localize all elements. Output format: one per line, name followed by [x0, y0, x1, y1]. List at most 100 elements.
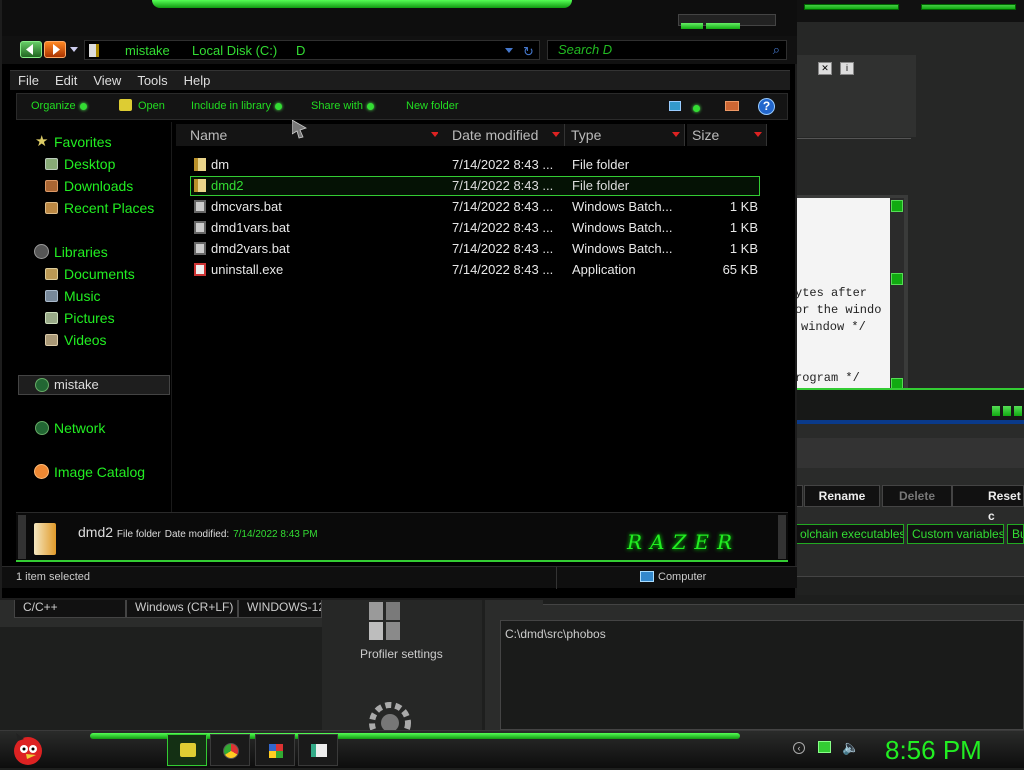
gear-icon[interactable]	[362, 695, 418, 730]
share-with-button[interactable]: Share with	[311, 100, 374, 112]
rename-button[interactable]: Rename	[804, 485, 880, 507]
recent-pages-chevron-down-icon[interactable]	[70, 47, 78, 52]
pictures-icon	[45, 312, 58, 324]
batch-file-icon	[194, 242, 206, 255]
window-control-glow[interactable]	[1003, 406, 1011, 416]
profiler-icon[interactable]	[367, 600, 405, 642]
sort-chevron-down-icon[interactable]	[754, 132, 762, 137]
file-row[interactable]: dmd2vars.bat 7/14/2022 8:43 ... Windows …	[190, 239, 760, 259]
share-label: Share with	[311, 100, 363, 112]
nav-image-catalog[interactable]: Image Catalog	[16, 462, 166, 482]
nav-homegroup-mistake[interactable]: mistake	[16, 375, 166, 395]
address-chevron-down-icon[interactable]	[505, 48, 513, 53]
nav-music[interactable]: Music	[16, 286, 166, 306]
nav-downloads[interactable]: Downloads	[16, 176, 166, 196]
taskbar-chrome-button[interactable]	[210, 734, 250, 766]
open-button[interactable]: Open	[119, 99, 165, 112]
code-scrollbar[interactable]	[890, 198, 904, 390]
path-entry[interactable]: C:\dmd\src\phobos	[505, 627, 606, 641]
column-header-size[interactable]: Size	[687, 124, 767, 146]
details-right-edge	[778, 515, 786, 559]
nav-label: Desktop	[64, 156, 116, 172]
details-date-label: Date modified:	[164, 529, 230, 538]
chrome-icon	[223, 743, 239, 759]
nav-documents[interactable]: Documents	[16, 264, 166, 284]
batch-file-icon	[194, 200, 206, 213]
delete-button[interactable]: Delete	[882, 485, 952, 507]
toolbar-icon[interactable]: i	[840, 62, 854, 75]
taskbar-explorer-button[interactable]	[167, 734, 207, 766]
folder-icon	[194, 158, 206, 171]
nav-network[interactable]: Network	[16, 418, 166, 438]
nav-videos[interactable]: Videos	[16, 330, 166, 350]
nav-recent-places[interactable]: Recent Places	[16, 198, 166, 218]
address-bar[interactable]: mistake Local Disk (C:) D ↻	[84, 40, 540, 60]
taskbar-app-button[interactable]	[255, 734, 295, 766]
search-icon[interactable]: ⌕	[773, 41, 780, 59]
file-name: dm	[211, 157, 230, 172]
window-control-glow[interactable]	[804, 4, 899, 10]
scroll-up-arrow-icon[interactable]	[891, 200, 903, 212]
organize-button[interactable]: Organize	[31, 100, 87, 112]
nav-label: Image Catalog	[54, 464, 146, 480]
window-control-glow[interactable]	[921, 4, 1016, 10]
search-placeholder: Search D	[558, 42, 613, 57]
scroll-thumb[interactable]	[891, 273, 903, 285]
breadcrumb-local-disk[interactable]: Local Disk (C:)	[192, 43, 277, 58]
nav-pictures[interactable]: Pictures	[16, 308, 166, 328]
nav-libraries[interactable]: Libraries	[16, 242, 166, 262]
code-editor[interactable]: ytes after or the windo window */ rogram…	[797, 198, 890, 390]
menu-help[interactable]: Help	[176, 71, 219, 91]
start-button[interactable]	[8, 727, 48, 767]
file-row[interactable]: dm 7/14/2022 8:43 ... File folder	[190, 155, 760, 175]
tray-network-icon[interactable]	[818, 741, 831, 753]
breadcrumb-mistake[interactable]: mistake	[125, 43, 170, 58]
column-header-type[interactable]: Type	[565, 124, 685, 146]
file-row[interactable]: uninstall.exe 7/14/2022 8:43 ... Applica…	[190, 260, 760, 280]
recent-places-icon	[45, 202, 58, 214]
breadcrumb-d[interactable]: D	[296, 43, 305, 58]
column-header-date[interactable]: Date modified	[438, 124, 565, 146]
include-in-library-button[interactable]: Include in library	[191, 100, 283, 112]
menu-view[interactable]: View	[85, 71, 129, 91]
reset-button[interactable]: Reset c	[952, 485, 1024, 523]
path-list[interactable]: C:\dmd\src\phobos	[500, 620, 1024, 730]
tray-chevron-icon[interactable]: ‹	[793, 742, 805, 754]
refresh-icon[interactable]: ↻	[523, 44, 534, 60]
window-controls[interactable]	[678, 14, 776, 44]
taskbar-clock[interactable]: 8:56 PM	[885, 735, 982, 765]
tab-toolchain-executables[interactable]: olchain executables	[795, 524, 904, 544]
tab-custom-variables[interactable]: Custom variables	[907, 524, 1004, 544]
blue-separator	[795, 420, 1024, 424]
help-icon[interactable]: ?	[758, 98, 775, 115]
taskbar-window-button[interactable]	[298, 734, 338, 766]
menu-file[interactable]: File	[10, 71, 47, 91]
star-icon: ★	[35, 133, 49, 150]
file-row[interactable]: dmd1vars.bat 7/14/2022 8:43 ... Windows …	[190, 218, 760, 238]
tray-volume-icon[interactable]: 🔈	[842, 739, 859, 756]
toolbar-icon[interactable]: ✕	[818, 62, 832, 75]
forward-button[interactable]	[44, 41, 66, 58]
back-button[interactable]	[20, 41, 42, 58]
menu-edit[interactable]: Edit	[47, 71, 85, 91]
preview-pane-icon[interactable]	[725, 101, 739, 111]
sort-chevron-down-icon[interactable]	[672, 132, 680, 137]
documents-icon	[45, 268, 58, 280]
file-row[interactable]: dmcvars.bat 7/14/2022 8:43 ... Windows B…	[190, 197, 760, 217]
tab-build[interactable]: Bu	[1007, 524, 1024, 544]
view-options-icon[interactable]	[693, 100, 700, 115]
window-control-glow[interactable]	[992, 406, 1000, 416]
file-row-selected[interactable]: dmd2 7/14/2022 8:43 ... File folder	[190, 176, 760, 196]
file-date: 7/14/2022 8:43 ...	[452, 262, 554, 277]
nav-desktop[interactable]: Desktop	[16, 154, 166, 174]
open-folder-icon	[119, 99, 132, 111]
sort-chevron-down-icon[interactable]	[552, 132, 560, 137]
nav-favorites[interactable]: ★ Favorites	[16, 132, 166, 152]
window-control-glow[interactable]	[1014, 406, 1022, 416]
menu-tools[interactable]: Tools	[129, 71, 175, 91]
view-icon[interactable]	[669, 101, 681, 111]
search-input[interactable]: Search D ⌕	[547, 40, 787, 60]
profiler-settings-label[interactable]: Profiler settings	[360, 647, 443, 661]
nav-label: Network	[54, 420, 106, 436]
new-folder-button[interactable]: New folder	[406, 100, 459, 112]
